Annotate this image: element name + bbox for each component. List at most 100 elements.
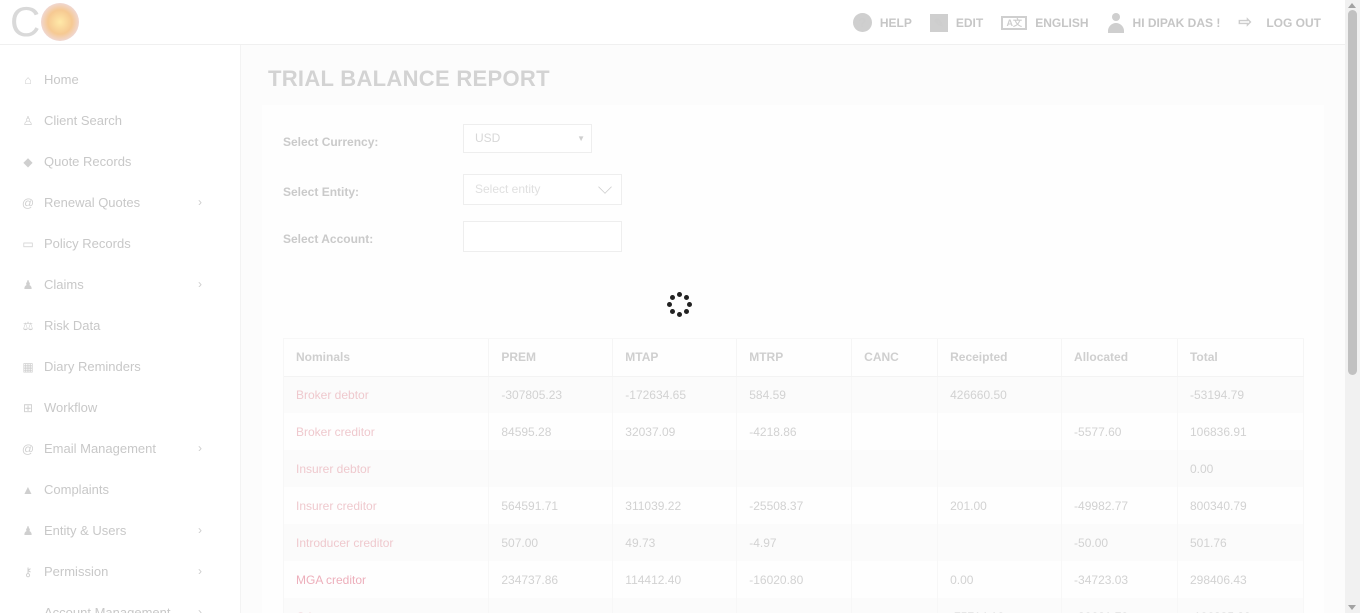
column-header[interactable]: Nominals [284, 339, 490, 377]
column-header[interactable]: MTAP [612, 339, 738, 377]
page-scrollbar[interactable] [1345, 0, 1360, 613]
table-cell: 84595.28 [488, 413, 614, 450]
logo-circle-icon [41, 3, 80, 41]
table-cell: 311039.22 [612, 487, 738, 524]
column-header[interactable]: MTRP [736, 339, 853, 377]
sidebar-item-workflow[interactable]: ⊞ Workflow [0, 387, 240, 428]
table-cell: 114412.40 [612, 561, 738, 598]
calendar-icon: ▦ [22, 359, 34, 374]
scroll-up-arrow-icon[interactable] [1348, 3, 1356, 8]
sidebar-item-permission[interactable]: ⚷ Permission › [0, 551, 240, 592]
entity-select[interactable]: Select entity [463, 174, 622, 205]
table-cell: -53194.79 [1177, 376, 1305, 413]
entity-select-placeholder: Select entity [475, 182, 541, 196]
nominal-link[interactable]: Broker creditor [284, 413, 490, 450]
table-cell [937, 524, 1063, 561]
column-header[interactable]: CANC [851, 339, 939, 377]
nominal-link[interactable]: Introducer creditor [284, 524, 490, 561]
sidebar-item-email-management[interactable]: @ Email Management › [0, 428, 240, 469]
user-icon: ♟ [22, 523, 34, 538]
sidebar-item-diary-reminders[interactable]: ▦ Diary Reminders [0, 346, 240, 387]
currency-select-value: USD [475, 131, 501, 145]
nominal-link[interactable]: Broker debtor [284, 376, 490, 413]
table-cell: -34723.03 [1061, 561, 1178, 598]
nominal-link[interactable]: Other [284, 598, 490, 613]
chevron-down-icon [598, 180, 612, 194]
column-header[interactable]: Allocated [1061, 339, 1178, 377]
nominal-link[interactable]: Insurer debtor [284, 450, 490, 487]
sidebar-item-label: Claims [44, 277, 84, 292]
user-icon [1107, 12, 1125, 33]
sidebar-item-label: Account Management [44, 605, 171, 613]
main-content: TRIAL BALANCE REPORT Select Currency: US… [241, 45, 1345, 613]
sidebar-item-quote-records[interactable]: ◆ Quote Records [0, 141, 240, 182]
column-header[interactable]: Total [1177, 339, 1305, 377]
sidebar-item-label: Policy Records [44, 236, 131, 251]
sidebar-item-account-management[interactable]: ▬ Account Management › [0, 592, 240, 613]
language-link[interactable]: A文 ENGLISH [1001, 15, 1089, 30]
user-greeting-label: HI DIPAK DAS ! [1132, 15, 1221, 30]
sidebar: ⌂ Home ♙ Client Search ◆ Quote Records @… [0, 45, 241, 613]
chevron-right-icon: › [198, 277, 202, 291]
sidebar-item-renewal-quotes[interactable]: @ Renewal Quotes › [0, 182, 240, 223]
table-cell [851, 413, 939, 450]
table-cell: 584.59 [736, 376, 853, 413]
sidebar-item-client-search[interactable]: ♙ Client Search [0, 100, 240, 141]
table-cell [851, 450, 939, 487]
top-navigation: ? HELP ✎ EDIT A文 ENGLISH HI DIPAK DAS ! … [835, 0, 1321, 45]
spinner-dot [677, 292, 682, 297]
sidebar-item-risk-data[interactable]: ⚖ Risk Data [0, 305, 240, 346]
table-cell [736, 450, 853, 487]
currency-select[interactable]: USD ▼ [463, 124, 592, 153]
spinner-dot [687, 302, 692, 307]
tag-icon: ◆ [23, 154, 33, 169]
table-cell: 564591.71 [488, 487, 614, 524]
user-greeting[interactable]: HI DIPAK DAS ! [1107, 12, 1221, 33]
column-header[interactable]: Receipted [937, 339, 1063, 377]
credit-card-icon: ▬ [22, 605, 34, 613]
sidebar-item-label: Diary Reminders [44, 359, 141, 374]
table-header-row: Nominals PREM MTAP MTRP CANC Receipted A… [284, 339, 1305, 377]
sidebar-item-label: Home [44, 72, 79, 87]
sidebar-item-policy-records[interactable]: ▭ Policy Records [0, 223, 240, 264]
question-circle-icon: ? [852, 13, 872, 32]
sidebar-item-complaints[interactable]: ▲ Complaints [0, 469, 240, 510]
table-cell: 106836.91 [1177, 413, 1305, 450]
table-cell: 800340.79 [1177, 487, 1305, 524]
account-input[interactable] [463, 221, 622, 252]
currency-label: Select Currency: [283, 135, 379, 149]
logout-link[interactable]: ⇨ LOG OUT [1238, 14, 1321, 31]
trial-balance-table: Nominals PREM MTAP MTRP CANC Receipted A… [283, 338, 1305, 613]
at-icon: @ [21, 195, 35, 210]
table-cell [851, 487, 939, 524]
sidebar-item-label: Quote Records [44, 154, 132, 169]
scrollbar-thumb[interactable] [1348, 10, 1357, 375]
sidebar-item-label: Email Management [44, 441, 156, 456]
table-row: Broker debtor -307805.23 -172634.65 584.… [284, 376, 1305, 413]
table-cell: 501.76 [1177, 524, 1305, 561]
loading-spinner-icon [667, 292, 693, 318]
sidebar-item-home[interactable]: ⌂ Home [0, 59, 240, 100]
column-header[interactable]: PREM [488, 339, 614, 377]
spinner-dot [684, 309, 689, 314]
table-cell: -106335.80 [1177, 598, 1305, 613]
table-cell: -25508.37 [736, 487, 853, 524]
nominal-link[interactable]: MGA creditor [284, 561, 490, 598]
home-icon: ⌂ [24, 72, 32, 87]
help-label: HELP [879, 15, 912, 30]
caret-down-icon: ▼ [577, 134, 585, 143]
sidebar-item-claims[interactable]: ♟ Claims › [0, 264, 240, 305]
table-cell: 426660.50 [937, 376, 1063, 413]
scroll-down-arrow-icon[interactable] [1348, 605, 1356, 610]
table-cell [1061, 376, 1178, 413]
table-cell: 507.00 [488, 524, 614, 561]
table-row: Insurer debtor 0.00 [284, 450, 1305, 487]
edit-link[interactable]: ✎ EDIT [929, 13, 983, 32]
chevron-right-icon: › [198, 605, 202, 613]
entity-label: Select Entity: [283, 185, 360, 199]
help-link[interactable]: ? HELP [852, 13, 912, 32]
nominal-link[interactable]: Insurer creditor [284, 487, 490, 524]
core-logo[interactable]: CRE [10, 1, 130, 83]
sidebar-item-entity-users[interactable]: ♟ Entity & Users › [0, 510, 240, 551]
language-label: ENGLISH [1035, 15, 1089, 30]
